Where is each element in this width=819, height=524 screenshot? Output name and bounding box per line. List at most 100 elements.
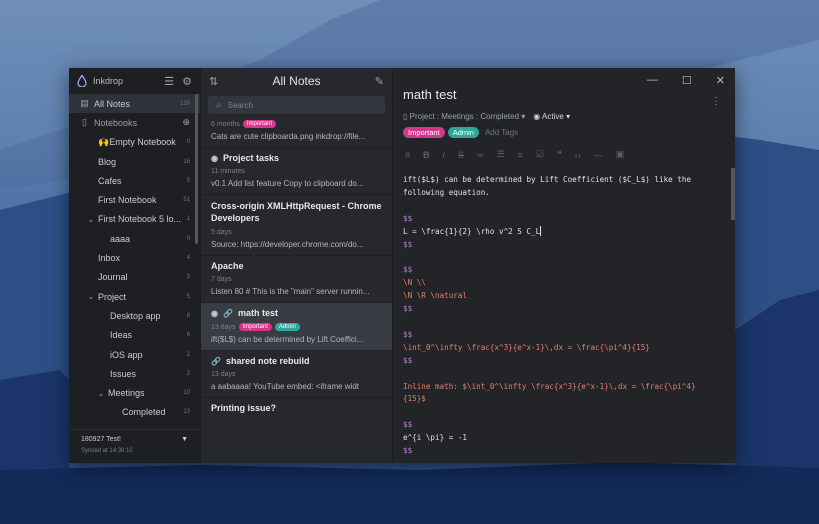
- sidebar-item-ios-app[interactable]: iOS app 2: [69, 345, 200, 364]
- chevron-down-icon[interactable]: ⌄: [86, 292, 96, 301]
- editor-line: ift($L$) can be determined by Lift Coeff…: [403, 175, 692, 184]
- note-item[interactable]: ◉ Project tasks 11 minutes v0.1 Add list …: [201, 148, 392, 195]
- quote-icon[interactable]: ❝: [557, 149, 562, 160]
- code-icon[interactable]: ‹›: [575, 150, 581, 160]
- tag-important[interactable]: Important: [238, 323, 272, 331]
- gear-icon[interactable]: ⚙: [182, 75, 192, 88]
- tag-admin[interactable]: Admin: [447, 127, 479, 138]
- editor-line: $$: [403, 213, 413, 223]
- editor-line: following equation.: [403, 187, 490, 197]
- editor-line: $$: [403, 446, 413, 456]
- sidebar-item-meetings[interactable]: ⌄ Meetings 10: [69, 383, 200, 402]
- editor-line: L = \frac{1}{2} \rho v^2 S C_L: [403, 225, 542, 236]
- sidebar-item-aaaa[interactable]: aaaa 0: [69, 229, 200, 248]
- sidebar-item-completed[interactable]: Completed 13: [69, 403, 200, 422]
- note-item[interactable]: 6 months Important Cats are cute clipboa…: [201, 120, 392, 148]
- link-icon: 🔗: [211, 356, 221, 366]
- caret-down-icon: ▾: [521, 112, 526, 121]
- horizontal-rule-icon[interactable]: —: [594, 150, 603, 160]
- editor-line: $$: [403, 355, 413, 365]
- editor-line: Inline math: $\int_0^\infty \frac{x^3}{e…: [403, 381, 696, 391]
- editor-line: e^{i \pi} = -1: [403, 433, 468, 443]
- heading-icon[interactable]: #: [405, 150, 410, 160]
- tag-admin[interactable]: Admin: [274, 323, 300, 331]
- editor-line: \N \\: [403, 278, 426, 288]
- sidebar-item-cafes[interactable]: Cafes 5: [69, 171, 200, 190]
- sidebar-item-blog[interactable]: Blog 16: [69, 152, 200, 171]
- search-icon: ⌕: [216, 99, 222, 111]
- image-icon[interactable]: ▣: [616, 149, 625, 160]
- bold-icon[interactable]: B: [423, 150, 430, 160]
- sidebar-item-first-notebook-5[interactable]: ⌄ First Notebook 5 lo... 1: [69, 210, 200, 229]
- note-item[interactable]: Cross-origin XMLHttpRequest - Chrome Dev…: [201, 195, 392, 256]
- book-icon: ▯: [82, 117, 87, 128]
- sidebar-item-all-notes[interactable]: ▤ All Notes 139: [69, 94, 200, 114]
- user-name: 180927 Test!: [81, 436, 121, 443]
- note-list: ⇅ All Notes ✎ ⌕ Search 6 months Importan…: [200, 68, 393, 463]
- editor-line: $$: [403, 329, 413, 339]
- add-notebook-icon[interactable]: ⊕: [182, 117, 190, 128]
- status-selector[interactable]: ◉ Active ▾: [533, 112, 570, 121]
- link-icon[interactable]: ∞: [477, 150, 483, 160]
- note-item[interactable]: 🔗 shared note rebuild 13 days a aabaaaa! …: [201, 351, 392, 398]
- more-options-icon[interactable]: ⋮: [711, 96, 721, 107]
- sidebar-item-desktop-app[interactable]: Desktop app 8: [69, 306, 200, 325]
- strikethrough-icon[interactable]: S: [458, 150, 464, 160]
- sidebar-item-notebooks[interactable]: ▯ Notebooks ⊕: [69, 113, 200, 132]
- sidebar-item-inbox[interactable]: Inbox 4: [69, 248, 200, 267]
- italic-icon[interactable]: I: [443, 150, 446, 160]
- note-item-selected[interactable]: ◉ 🔗 math test 13 days Important Admin if…: [201, 303, 392, 351]
- editor-pane: — ☐ ✕ ⋮ math test ▯ Project : Meetings :…: [393, 68, 735, 463]
- chevron-down-icon[interactable]: ⌄: [86, 215, 96, 224]
- minimize-icon[interactable]: —: [647, 74, 658, 87]
- app-name: Inkdrop: [93, 76, 124, 86]
- editor-line: $$: [403, 420, 413, 430]
- sidebar-item-project[interactable]: ⌄ Project 5: [69, 287, 200, 306]
- note-item[interactable]: Apache 7 days Listen 80 # This is the "m…: [201, 256, 392, 303]
- tag-important[interactable]: Important: [403, 127, 445, 138]
- maximize-icon[interactable]: ☐: [682, 74, 692, 87]
- link-icon: 🔗: [222, 308, 233, 318]
- pin-icon: ◉: [211, 308, 218, 318]
- tag-important[interactable]: Important: [242, 120, 277, 128]
- chevron-down-icon[interactable]: ⌄: [96, 389, 106, 398]
- sort-icon[interactable]: ⇅: [209, 75, 218, 88]
- note-item[interactable]: Printing issue?: [201, 398, 392, 419]
- caret-down-icon: ▾: [566, 112, 571, 121]
- menu-icon[interactable]: ☰: [164, 75, 174, 88]
- sidebar-item-ideas[interactable]: Ideas 6: [69, 326, 200, 345]
- markdown-editor[interactable]: ift($L$) can be determined by Lift Coeff…: [403, 174, 713, 458]
- sidebar-scrollbar[interactable]: [195, 94, 198, 244]
- sidebar-item-first-notebook[interactable]: First Notebook 51: [69, 190, 200, 209]
- account-panel[interactable]: 180927 Test! ▼ Synced at 14:38:10: [69, 429, 200, 463]
- status-icon: ◉: [533, 112, 541, 121]
- note-title[interactable]: math test: [403, 87, 735, 102]
- search-input[interactable]: ⌕ Search: [208, 96, 385, 114]
- editor-line: $$: [403, 304, 413, 314]
- add-tags-input[interactable]: Add Tags: [485, 128, 518, 137]
- editor-line: $$: [403, 239, 413, 249]
- book-icon: ▯: [403, 112, 408, 121]
- formatting-toolbar: # B I S ∞ ☰ ≡ ☑ ❝ ‹› — ▣: [403, 147, 735, 162]
- pin-icon: ◉: [211, 153, 218, 163]
- note-list-header: ⇅ All Notes ✎: [201, 68, 392, 94]
- sidebar-item-journal[interactable]: Journal 3: [69, 268, 200, 287]
- note-list-title: All Notes: [272, 74, 321, 88]
- close-icon[interactable]: ✕: [716, 74, 725, 87]
- editor-scrollbar[interactable]: [731, 168, 735, 220]
- bullet-list-icon[interactable]: ☰: [496, 149, 504, 160]
- checkbox-icon[interactable]: ☑: [536, 149, 544, 160]
- notebook-selector[interactable]: ▯ Project : Meetings : Completed ▾: [403, 112, 525, 121]
- sidebar-item-issues[interactable]: Issues 3: [69, 364, 200, 383]
- numbered-list-icon[interactable]: ≡: [518, 150, 523, 160]
- new-note-icon[interactable]: ✎: [375, 75, 384, 88]
- caret-down-icon[interactable]: ▼: [181, 436, 188, 443]
- sidebar-header: Inkdrop ☰ ⚙: [69, 68, 200, 94]
- text-cursor: [540, 225, 542, 236]
- sidebar-item-empty-notebook[interactable]: 🙌Empty Notebook 0: [69, 133, 200, 152]
